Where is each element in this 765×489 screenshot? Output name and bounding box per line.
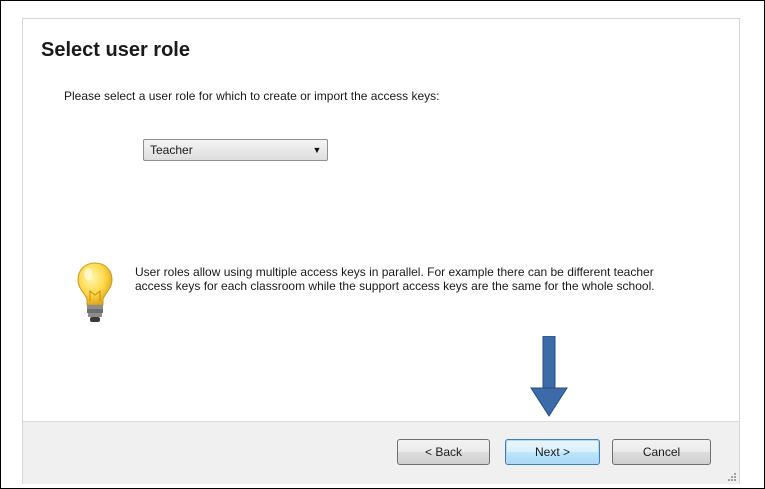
next-button[interactable]: Next > [505,439,600,465]
resize-grip-icon[interactable] [727,472,737,482]
tip-text: User roles allow using multiple access k… [135,265,655,293]
screenshot-frame: Select user role Please select a user ro… [0,0,765,489]
page-title: Select user role [41,39,190,61]
user-role-select-value: Teacher [150,143,193,157]
cancel-button[interactable]: Cancel [612,439,711,465]
user-role-select[interactable]: Teacher ▼ [143,139,328,161]
dropdown-arrow-icon[interactable]: ▼ [307,145,327,155]
wizard-dialog: Select user role Please select a user ro… [22,18,740,484]
back-button[interactable]: < Back [397,439,490,465]
down-arrow-icon [530,336,568,417]
dialog-footer: < Back Next > Cancel [23,421,739,484]
lightbulb-icon [77,262,113,322]
instruction-text: Please select a user role for which to c… [64,89,440,103]
